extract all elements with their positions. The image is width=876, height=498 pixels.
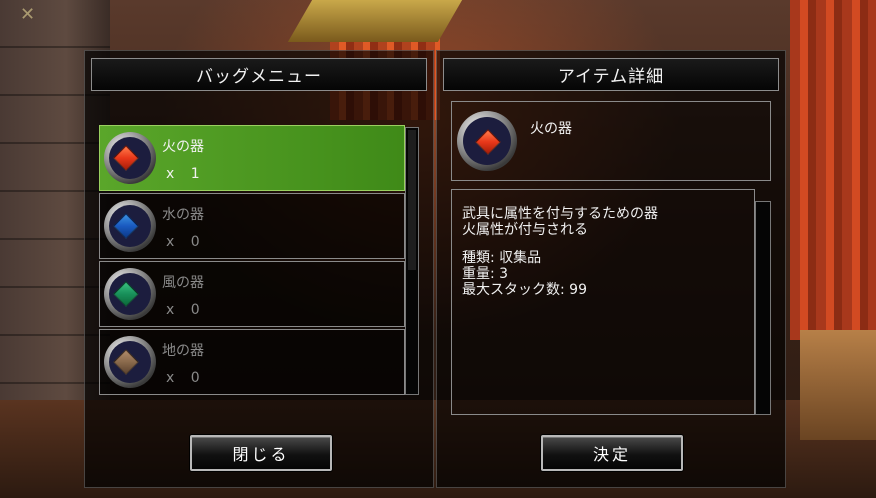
- scrollbar-thumb[interactable]: [408, 130, 416, 270]
- item-list: 火の器 x 1 水の器 x 0 風の器 x 0 地の器 x 0: [99, 125, 405, 395]
- wall-emblem-icon: ✕: [20, 4, 36, 25]
- item-quantity: x 1: [166, 166, 206, 182]
- stat-max-stack: 最大スタック数: 99: [462, 282, 587, 298]
- description-line: 火属性が付与される: [462, 222, 588, 238]
- confirm-button[interactable]: 決定: [541, 435, 683, 471]
- stat-weight: 重量: 3: [462, 266, 509, 282]
- list-item-earth-vessel[interactable]: 地の器 x 0: [99, 329, 405, 395]
- list-item-water-vessel[interactable]: 水の器 x 0: [99, 193, 405, 259]
- item-quantity: x 0: [166, 234, 206, 250]
- gold-canopy-trim: [287, 0, 463, 42]
- item-name: 風の器: [162, 275, 204, 291]
- item-name: 地の器: [162, 343, 204, 359]
- item-stats: 種類: 収集品 重量: 3 最大スタック数: 99: [462, 250, 744, 298]
- item-detail-title: アイテム詳細: [443, 58, 779, 91]
- item-list-scrollbar[interactable]: [405, 127, 419, 395]
- red-curtain: [790, 0, 876, 340]
- item-quantity: x 0: [166, 370, 206, 386]
- item-description-box: 武具に属性を付与するための器 火属性が付与される 種類: 収集品 重量: 3 最…: [451, 189, 755, 415]
- bag-menu-panel: バッグメニュー 火の器 x 1 水の器 x 0 風の器 x 0 地の器 x 0: [84, 50, 434, 488]
- list-item-wind-vessel[interactable]: 風の器 x 0: [99, 261, 405, 327]
- wooden-bench: [800, 330, 876, 440]
- detail-item-name: 火の器: [530, 121, 572, 137]
- stat-type: 種類: 収集品: [462, 250, 542, 266]
- description-scrollbar[interactable]: [755, 201, 771, 415]
- item-name: 水の器: [162, 207, 204, 223]
- detail-item-header: 火の器: [451, 101, 771, 181]
- description-line: 武具に属性を付与するための器: [462, 206, 658, 222]
- item-name: 火の器: [162, 139, 204, 155]
- list-item-fire-vessel[interactable]: 火の器 x 1: [99, 125, 405, 191]
- bag-menu-title: バッグメニュー: [91, 58, 427, 91]
- item-detail-panel: アイテム詳細 火の器 武具に属性を付与するための器 火属性が付与される 種類: …: [436, 50, 786, 488]
- close-button[interactable]: 閉じる: [190, 435, 332, 471]
- item-quantity: x 0: [166, 302, 206, 318]
